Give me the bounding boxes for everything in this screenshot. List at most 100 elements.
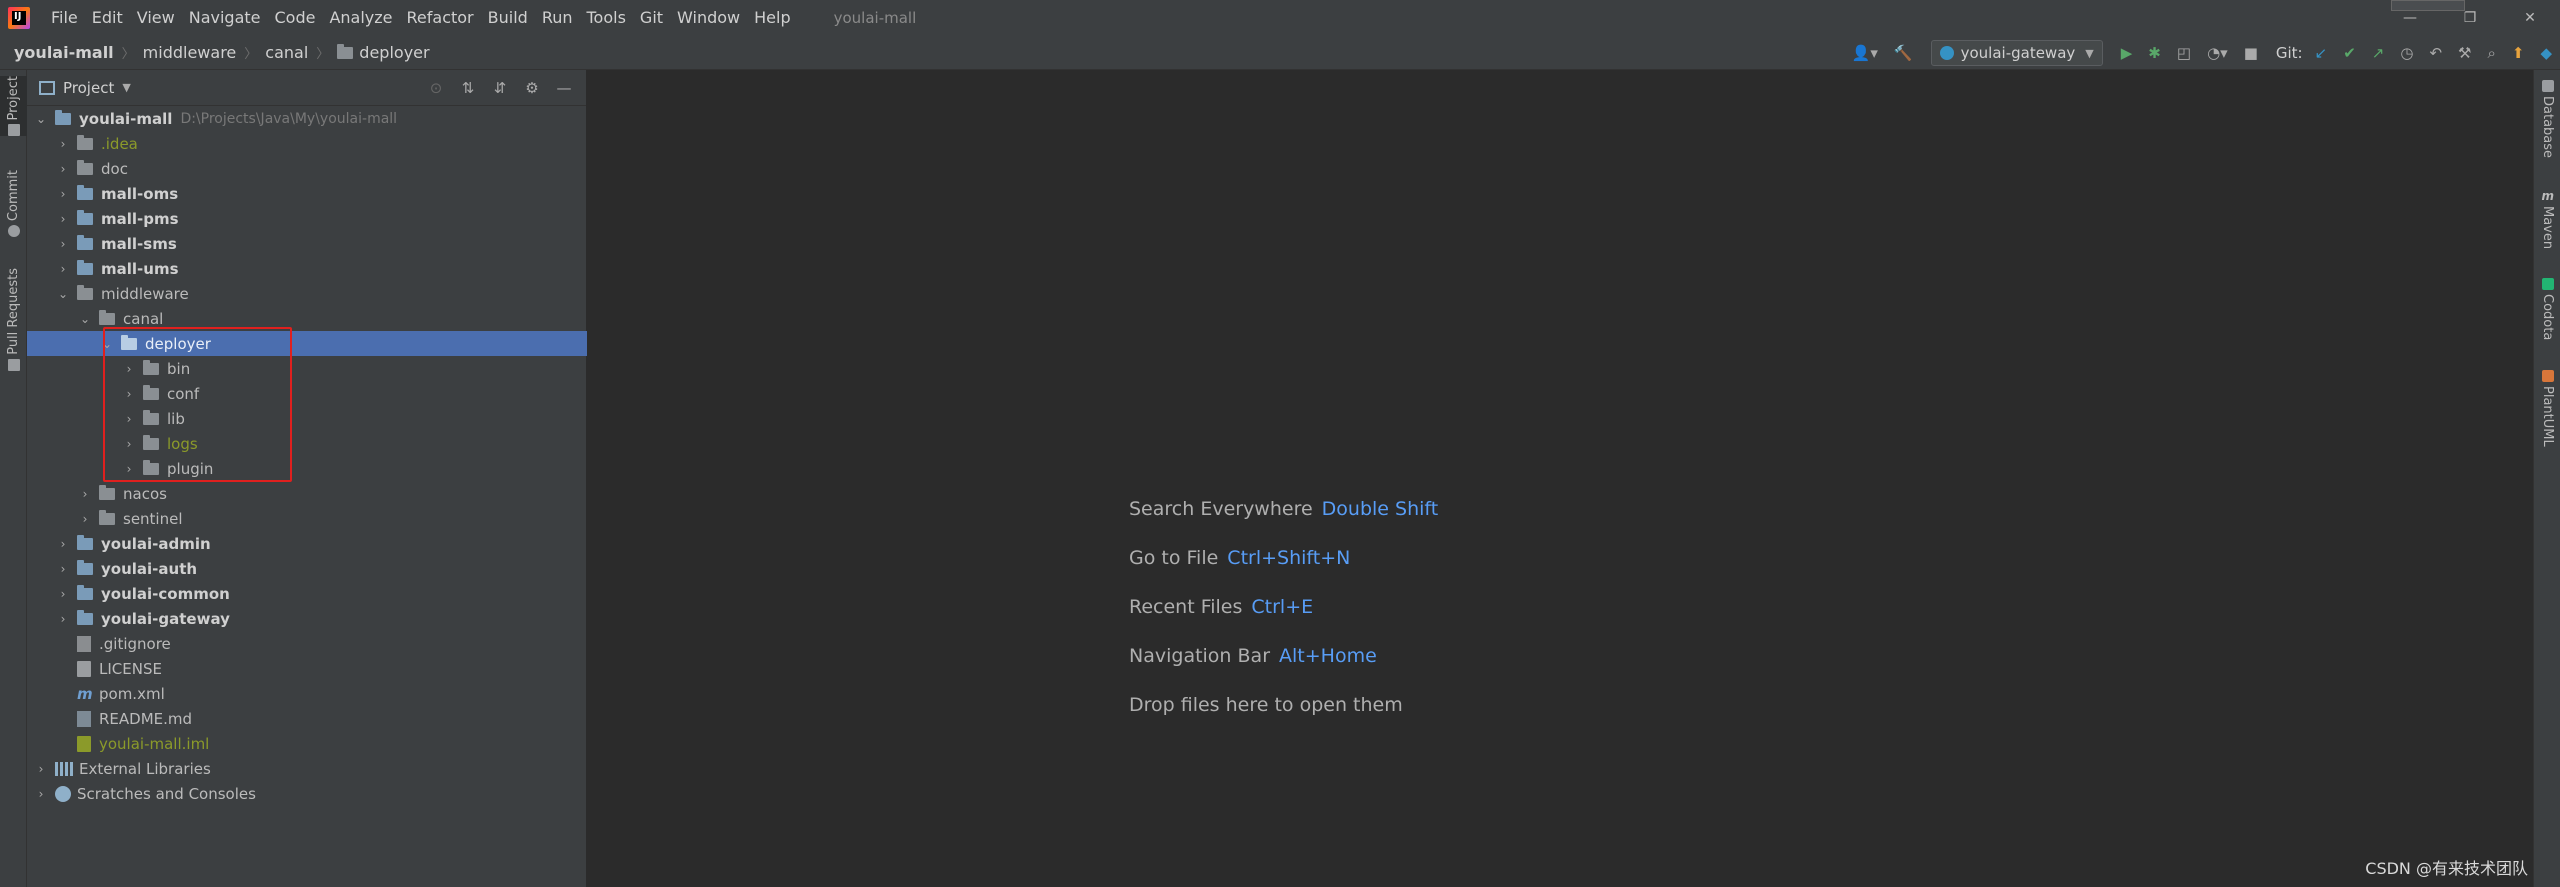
chevron-right-icon[interactable]: › bbox=[55, 612, 71, 626]
menu-item-navigate[interactable]: Navigate bbox=[182, 0, 268, 36]
tree-item-youlai-auth[interactable]: › youlai-auth bbox=[27, 556, 587, 581]
tree-item-sentinel[interactable]: › sentinel bbox=[27, 506, 587, 531]
tab-project[interactable]: Project bbox=[0, 76, 27, 137]
tree-item-canal[interactable]: ⌄ canal bbox=[27, 306, 587, 331]
tree-item-lib[interactable]: › lib bbox=[27, 406, 587, 431]
run-icon[interactable]: ▶ bbox=[2121, 44, 2133, 62]
debug-bug-icon[interactable]: ✱ bbox=[2148, 44, 2161, 62]
chevron-right-icon[interactable]: › bbox=[55, 137, 71, 151]
menu-item-window[interactable]: Window bbox=[670, 0, 747, 36]
stop-icon[interactable]: ■ bbox=[2244, 44, 2258, 62]
tree-item-license[interactable]: LICENSE bbox=[27, 656, 587, 681]
tree-item-mall-pms[interactable]: › mall-pms bbox=[27, 206, 587, 231]
editor-area[interactable]: Search Everywhere Double Shift Go to File C… bbox=[588, 70, 2533, 887]
chevron-right-icon[interactable]: › bbox=[33, 787, 49, 801]
git-update-icon[interactable]: ↙ bbox=[2315, 44, 2328, 62]
tab-pull-requests[interactable]: Pull Requests bbox=[0, 268, 27, 371]
ant-build-icon[interactable]: ⚒ bbox=[2458, 44, 2471, 62]
git-commit-icon[interactable]: ✔ bbox=[2343, 44, 2356, 62]
coverage-icon[interactable]: ◰ bbox=[2177, 44, 2191, 62]
chevron-down-icon[interactable]: ⌄ bbox=[77, 312, 93, 326]
chevron-right-icon[interactable]: › bbox=[55, 187, 71, 201]
tree-item-deployer[interactable]: ⌄ deployer bbox=[27, 331, 587, 356]
menu-item-edit[interactable]: Edit bbox=[85, 0, 130, 36]
tab-maven[interactable]: m Maven bbox=[2534, 190, 2560, 249]
breadcrumb-item-project[interactable]: youlai-mall bbox=[14, 43, 114, 62]
tree-item-nacos[interactable]: › nacos bbox=[27, 481, 587, 506]
menu-item-file[interactable]: File bbox=[44, 0, 85, 36]
history-clock-icon[interactable]: ◷ bbox=[2400, 44, 2413, 62]
tree-item-youlai-mall[interactable]: ⌄ youlai-mall D:\Projects\Java\My\youlai-m… bbox=[27, 106, 587, 131]
chevron-right-icon[interactable]: › bbox=[55, 562, 71, 576]
menu-item-view[interactable]: View bbox=[130, 0, 182, 36]
tree-item-mall-ums[interactable]: › mall-ums bbox=[27, 256, 587, 281]
chevron-right-icon[interactable]: › bbox=[121, 412, 137, 426]
hide-panel-icon[interactable]: — bbox=[556, 79, 572, 97]
tree-item-gitignore[interactable]: .gitignore bbox=[27, 631, 587, 656]
restore-button[interactable]: ❐ bbox=[2440, 0, 2500, 36]
chevron-right-icon[interactable]: › bbox=[121, 462, 137, 476]
chevron-right-icon[interactable]: › bbox=[55, 587, 71, 601]
tree-item-youlai-admin[interactable]: › youlai-admin bbox=[27, 531, 587, 556]
intellij-logo-icon[interactable]: IJ bbox=[8, 7, 30, 29]
tree-item-idea[interactable]: › .idea bbox=[27, 131, 587, 156]
chevron-down-icon[interactable]: ⌄ bbox=[55, 287, 71, 301]
locate-file-icon[interactable]: ⊙ bbox=[428, 79, 444, 97]
chevron-down-icon[interactable]: ▼ bbox=[122, 81, 130, 94]
tree-item-mall-oms[interactable]: › mall-oms bbox=[27, 181, 587, 206]
breadcrumb-item-canal[interactable]: canal bbox=[265, 43, 308, 62]
menu-item-help[interactable]: Help bbox=[747, 0, 797, 36]
breadcrumb-item-deployer[interactable]: deployer bbox=[359, 43, 429, 62]
rollback-icon[interactable]: ↶ bbox=[2429, 44, 2442, 62]
menu-item-build[interactable]: Build bbox=[481, 0, 535, 36]
chevron-right-icon[interactable]: › bbox=[55, 212, 71, 226]
tree-item-conf[interactable]: › conf bbox=[27, 381, 587, 406]
menu-item-run[interactable]: Run bbox=[535, 0, 580, 36]
chevron-right-icon[interactable]: › bbox=[121, 362, 137, 376]
update-available-icon[interactable]: ⬆ bbox=[2512, 44, 2525, 62]
tree-item-middleware[interactable]: ⌄ middleware bbox=[27, 281, 587, 306]
tree-item-youlai-gateway[interactable]: › youlai-gateway bbox=[27, 606, 587, 631]
expand-all-icon[interactable]: ⇅ bbox=[460, 79, 476, 97]
tab-commit[interactable]: Commit bbox=[0, 170, 27, 238]
chevron-right-icon[interactable]: › bbox=[55, 537, 71, 551]
tree-item-bin[interactable]: › bin bbox=[27, 356, 587, 381]
chevron-right-icon[interactable]: › bbox=[55, 262, 71, 276]
tree-item-pom-xml[interactable]: m pom.xml bbox=[27, 681, 587, 706]
chevron-right-icon[interactable]: › bbox=[121, 437, 137, 451]
tab-plantuml[interactable]: PlantUML bbox=[2534, 370, 2560, 447]
chevron-right-icon[interactable]: › bbox=[121, 387, 137, 401]
tree-item-readme-md[interactable]: README.md bbox=[27, 706, 587, 731]
menu-item-tools[interactable]: Tools bbox=[580, 0, 633, 36]
run-configuration-select[interactable]: youlai-gateway ▼ bbox=[1930, 40, 2103, 66]
chevron-down-icon[interactable]: ⌄ bbox=[33, 112, 49, 126]
chevron-right-icon[interactable]: › bbox=[55, 162, 71, 176]
gear-icon[interactable]: ⚙ bbox=[524, 79, 540, 97]
menu-item-refactor[interactable]: Refactor bbox=[400, 0, 481, 36]
tree-item-logs[interactable]: › logs bbox=[27, 431, 587, 456]
minimize-button[interactable]: — bbox=[2380, 0, 2440, 36]
tree-item-plugin[interactable]: › plugin bbox=[27, 456, 587, 481]
git-push-icon[interactable]: ↗ bbox=[2372, 44, 2385, 62]
tree-item-youlai-common[interactable]: › youlai-common bbox=[27, 581, 587, 606]
chevron-right-icon[interactable]: › bbox=[77, 487, 93, 501]
tree-item-scratches-and-consoles[interactable]: › Scratches and Consoles bbox=[27, 781, 587, 806]
plugin-icon[interactable]: ◆ bbox=[2540, 44, 2552, 62]
tree-item-youlai-mall-iml[interactable]: youlai-mall.iml bbox=[27, 731, 587, 756]
tree-item-external-libraries[interactable]: › External Libraries bbox=[27, 756, 587, 781]
breadcrumb-item-middleware[interactable]: middleware bbox=[143, 43, 237, 62]
tree-item-mall-sms[interactable]: › mall-sms bbox=[27, 231, 587, 256]
build-hammer-icon[interactable]: 🔨 bbox=[1894, 44, 1913, 62]
menu-item-analyze[interactable]: Analyze bbox=[322, 0, 399, 36]
project-view-selector[interactable]: Project bbox=[63, 79, 114, 97]
close-button[interactable]: ✕ bbox=[2500, 0, 2560, 36]
chevron-right-icon[interactable]: › bbox=[77, 512, 93, 526]
chevron-right-icon[interactable]: › bbox=[33, 762, 49, 776]
chevron-right-icon[interactable]: › bbox=[55, 237, 71, 251]
menu-item-git[interactable]: Git bbox=[633, 0, 670, 36]
tab-database[interactable]: Database bbox=[2534, 80, 2560, 158]
tab-codota[interactable]: Codota bbox=[2534, 278, 2560, 340]
menu-item-code[interactable]: Code bbox=[268, 0, 323, 36]
profile-icon[interactable]: ◔▾ bbox=[2207, 44, 2228, 62]
user-icon[interactable]: 👤▾ bbox=[1852, 44, 1878, 62]
